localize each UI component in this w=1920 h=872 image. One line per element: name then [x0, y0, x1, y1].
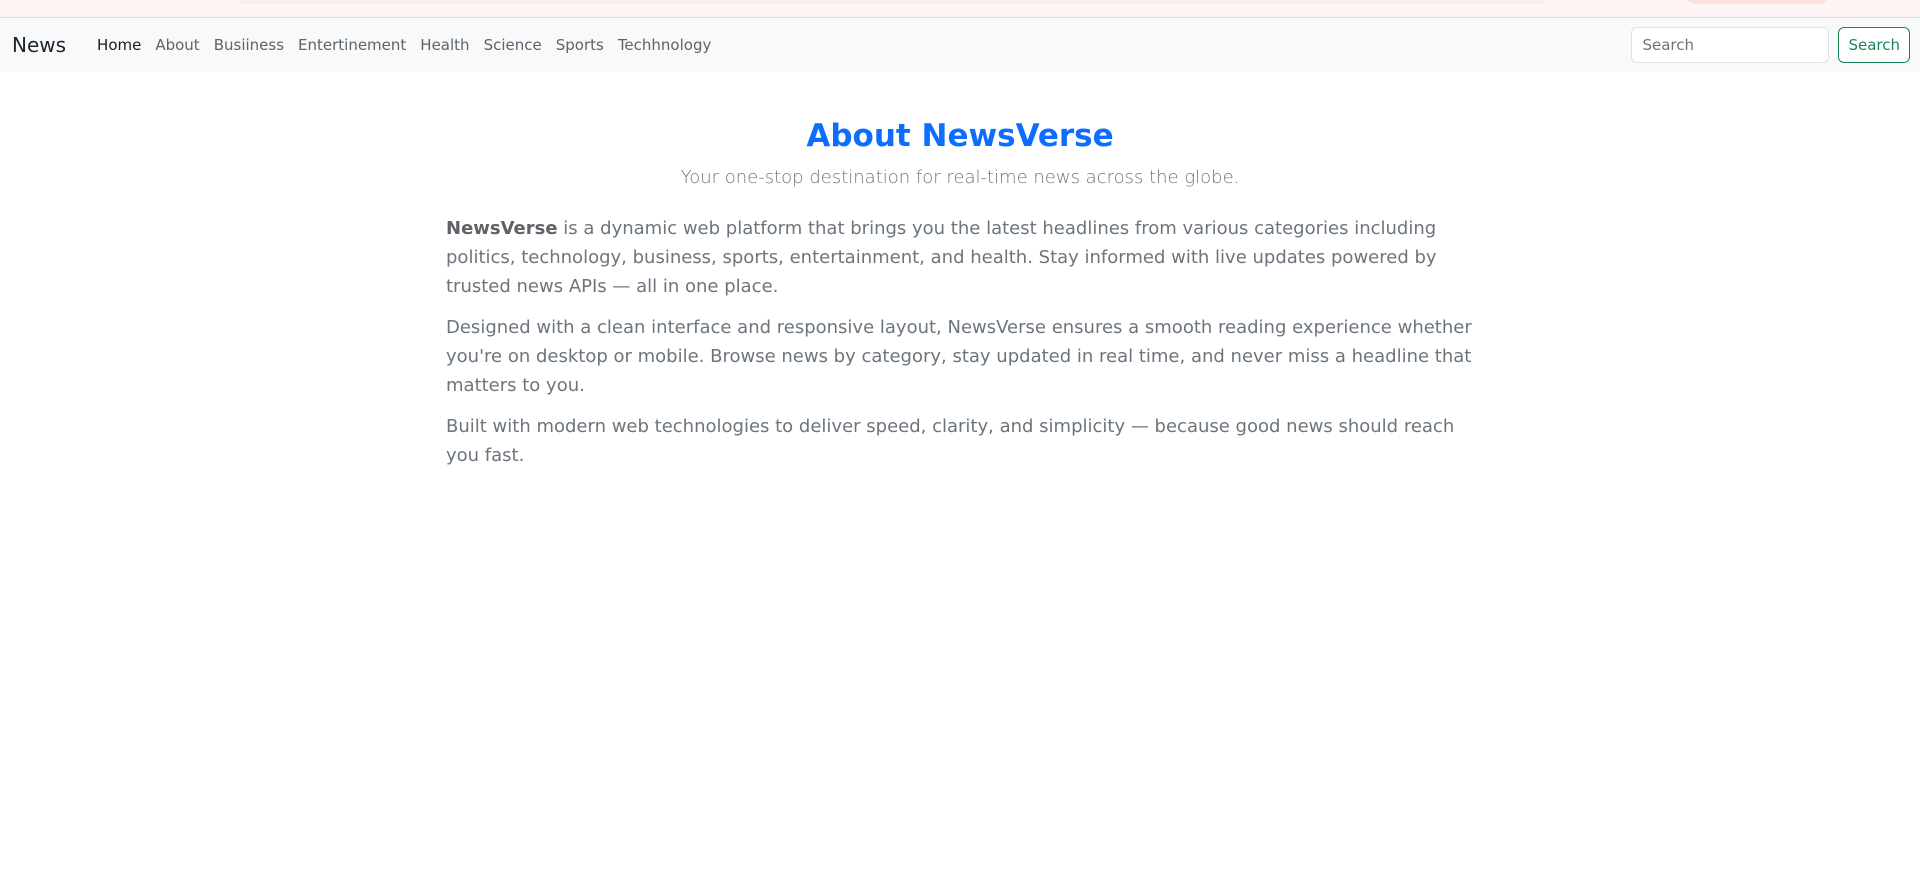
search-form: Search	[1631, 27, 1910, 63]
nav-links: Home About Busiiness Entertinement Healt…	[90, 37, 719, 53]
nav-link-health[interactable]: Health	[413, 37, 476, 53]
navbar: News Home About Busiiness Entertinement …	[0, 18, 1920, 72]
search-button[interactable]: Search	[1838, 27, 1910, 63]
nav-link-business[interactable]: Busiiness	[207, 37, 291, 53]
nav-link-technology[interactable]: Techhnology	[611, 37, 719, 53]
nav-link-sports[interactable]: Sports	[549, 37, 611, 53]
about-paragraph-1-text: is a dynamic web platform that brings yo…	[446, 218, 1437, 297]
nav-link-home[interactable]: Home	[90, 37, 148, 53]
nav-link-about[interactable]: About	[148, 37, 206, 53]
page-subtitle: Your one-stop destination for real-time …	[680, 167, 1240, 188]
brand-name-bold: NewsVerse	[446, 218, 558, 239]
navbar-brand[interactable]: News	[12, 35, 66, 55]
page-title: About NewsVerse	[806, 118, 1114, 154]
top-notification-strip	[0, 0, 1920, 18]
search-input[interactable]	[1631, 27, 1830, 63]
top-strip-button[interactable]	[1686, 0, 1828, 4]
nav-link-science[interactable]: Science	[477, 37, 549, 53]
nav-link-entertainment[interactable]: Entertinement	[291, 37, 413, 53]
about-section: About NewsVerse Your one-stop destinatio…	[446, 110, 1474, 470]
about-paragraph-1: NewsVerse is a dynamic web platform that…	[446, 214, 1474, 301]
top-strip-bar	[236, 0, 1548, 4]
about-paragraph-2: Designed with a clean interface and resp…	[446, 317, 1472, 396]
about-paragraph-3: Built with modern web technologies to de…	[446, 416, 1455, 466]
